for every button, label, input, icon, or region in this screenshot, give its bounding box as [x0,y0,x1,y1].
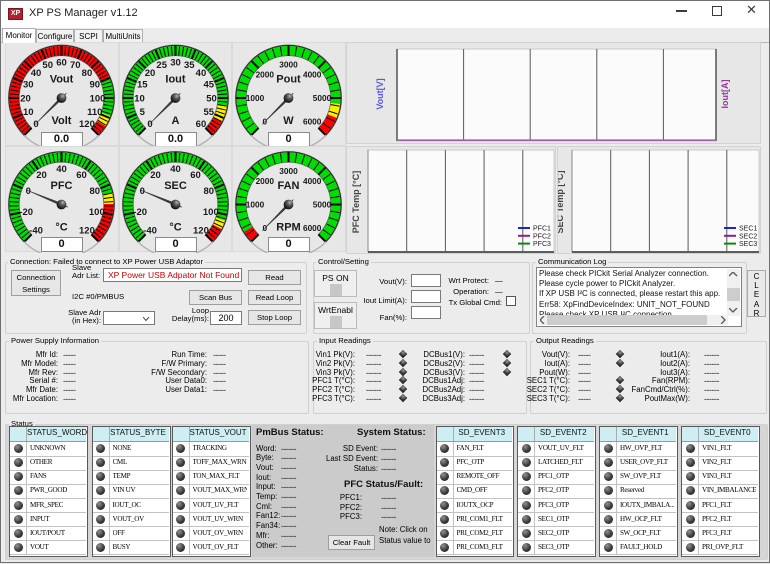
svg-text:55: 55 [203,107,214,118]
svg-text:40: 40 [170,164,181,175]
svg-text:100: 100 [89,207,105,218]
svg-text:20: 20 [20,93,31,104]
svg-text:110: 110 [87,107,102,118]
svg-text:Vout: Vout [50,74,74,86]
svg-text:Volt: Volt [52,115,72,127]
svg-text:50: 50 [42,60,53,71]
svg-text:30: 30 [170,57,181,68]
svg-text:90: 90 [89,80,100,91]
svg-text:-20: -20 [133,207,147,218]
svg-text:Iout[A]: Iout[A] [720,80,730,109]
svg-text:120: 120 [79,225,95,236]
svg-text:60: 60 [190,170,201,181]
svg-text:4000: 4000 [303,176,322,186]
svg-text:60: 60 [196,119,207,130]
svg-text:°C: °C [55,222,67,234]
svg-text:10: 10 [134,93,145,104]
svg-text:SEC1: SEC1 [739,226,757,233]
svg-text:1000: 1000 [246,199,265,209]
svg-text:70: 70 [70,60,81,71]
svg-text:Iout: Iout [165,74,185,86]
svg-text:5000: 5000 [313,93,332,103]
svg-text:5: 5 [140,107,146,118]
svg-text:30: 30 [23,80,34,91]
svg-text:PFC3: PFC3 [533,241,551,248]
svg-text:2000: 2000 [256,176,275,186]
svg-text:120: 120 [79,119,95,130]
svg-text:15: 15 [137,80,148,91]
svg-text:-40: -40 [29,225,43,236]
svg-text:45: 45 [203,80,214,91]
svg-text:80: 80 [82,68,93,79]
svg-text:4000: 4000 [303,69,322,79]
svg-text:FAN: FAN [278,180,300,192]
svg-text:0: 0 [147,119,152,130]
svg-text:SEC3: SEC3 [739,241,757,248]
svg-text:PFC Temp [°C]: PFC Temp [°C] [351,171,361,233]
svg-text:0: 0 [33,119,38,130]
svg-text:80: 80 [203,186,214,197]
svg-text:°C: °C [169,222,181,234]
svg-text:3000: 3000 [279,166,298,176]
svg-text:120: 120 [193,225,209,236]
svg-text:20: 20 [36,170,47,181]
svg-text:Pout: Pout [276,74,301,86]
svg-text:SEC: SEC [164,180,187,192]
svg-text:50: 50 [206,93,217,104]
svg-text:6000: 6000 [303,223,322,233]
svg-text:100: 100 [90,93,106,104]
svg-text:20: 20 [150,170,161,181]
svg-text:RPM: RPM [276,222,300,234]
svg-text:100: 100 [203,207,219,218]
svg-text:3000: 3000 [279,59,298,69]
svg-text:SEC Temp [°C]: SEC Temp [°C] [558,171,565,234]
svg-text:40: 40 [56,164,67,175]
svg-text:80: 80 [89,186,100,197]
svg-text:-20: -20 [19,207,33,218]
svg-text:Vout[V]: Vout[V] [375,78,385,109]
svg-text:20: 20 [145,68,156,79]
svg-text:40: 40 [31,68,42,79]
svg-text:PFC2: PFC2 [533,233,551,240]
svg-text:1000: 1000 [246,93,265,103]
svg-text:35: 35 [184,60,195,71]
svg-text:40: 40 [196,68,207,79]
svg-text:-40: -40 [143,225,157,236]
svg-text:10: 10 [23,107,34,118]
svg-text:25: 25 [156,60,167,71]
svg-text:PFC: PFC [51,180,73,192]
svg-text:60: 60 [56,57,67,68]
svg-text:6000: 6000 [303,117,322,127]
svg-text:SEC2: SEC2 [739,233,757,240]
svg-text:5000: 5000 [313,199,332,209]
svg-text:60: 60 [76,170,87,181]
svg-text:2000: 2000 [256,69,275,79]
svg-text:A: A [172,115,180,127]
svg-text:W: W [283,115,294,127]
svg-text:PFC1: PFC1 [533,226,551,233]
